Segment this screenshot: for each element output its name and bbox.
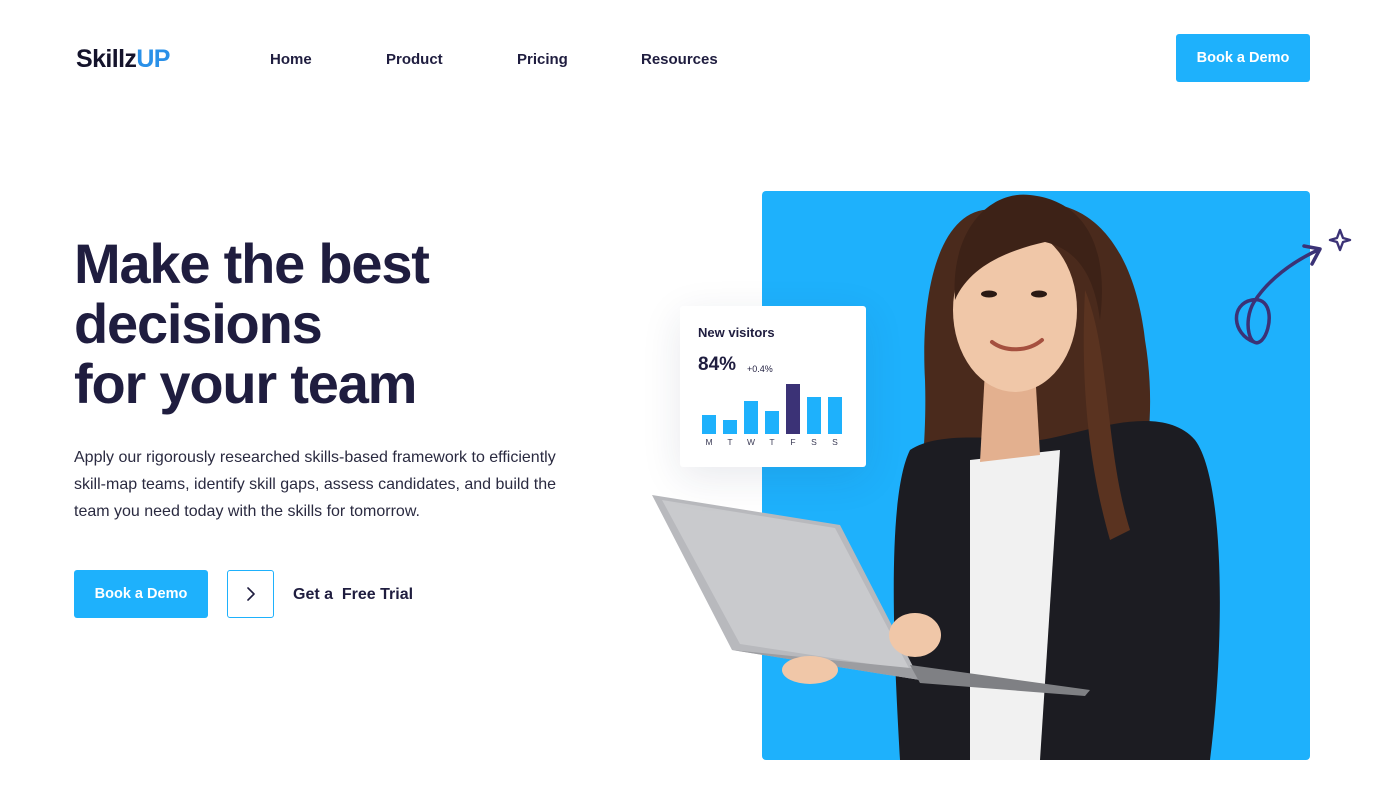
sparkle-icon — [1328, 228, 1352, 252]
bar-day-label: T — [769, 437, 775, 447]
chevron-right-icon — [246, 587, 255, 601]
logo-main: Skillz — [76, 45, 137, 73]
nav-pricing[interactable]: Pricing — [517, 50, 568, 70]
visitors-bar — [765, 411, 779, 434]
visitors-bar — [744, 401, 758, 434]
logo[interactable]: SkillzUP — [76, 44, 170, 74]
swirl-arrow-icon — [1234, 228, 1352, 345]
bar-day-label: M — [705, 437, 713, 447]
free-trial-link[interactable]: Get a Free Trial — [293, 584, 413, 606]
hero-subtitle-line: skill-map teams, identify skill gaps, as… — [74, 476, 557, 493]
hero-title-line: for your team — [74, 352, 417, 415]
bar-day-label: F — [790, 437, 796, 447]
bar-day-labels: MTWTFSS — [702, 437, 852, 449]
bar-day-label: S — [811, 437, 817, 447]
nav-product[interactable]: Product — [386, 50, 443, 70]
stats-title: New visitors — [698, 325, 775, 340]
free-trial-arrow-button[interactable] — [227, 570, 274, 618]
hero-subtitle: Apply our rigorously researched skills-b… — [74, 444, 594, 525]
stats-value: 84% — [698, 354, 737, 375]
hero-title: Make the best decisions for your team — [74, 234, 634, 414]
visitors-bar — [702, 415, 716, 434]
logo-accent: UP — [136, 45, 170, 73]
header-book-demo-button[interactable]: Book a Demo — [1176, 34, 1310, 82]
visitors-bar — [828, 397, 842, 434]
nav-resources[interactable]: Resources — [641, 50, 718, 70]
new-visitors-card: New visitors 84% +0.4% M T W T F S S — [680, 306, 866, 467]
hero-title-line: Make the best — [74, 232, 430, 295]
visitors-bar — [807, 397, 821, 434]
hero-subtitle-line: team you need today with the skills for … — [74, 503, 420, 520]
hero-title-line: decisions — [74, 292, 323, 355]
visitors-bar — [723, 420, 737, 434]
hero-book-demo-button[interactable]: Book a Demo — [74, 570, 208, 618]
visitors-bar — [786, 384, 800, 434]
bar-day-label: W — [746, 437, 756, 447]
nav-home[interactable]: Home — [270, 50, 312, 70]
visitors-bar-chart — [702, 384, 842, 434]
hero-subtitle-line: Apply our rigorously researched skills-b… — [74, 449, 556, 466]
stats-delta: +0.4% — [747, 364, 773, 374]
bar-day-label: S — [832, 437, 838, 447]
landing-page: SkillzUP Home Product Pricing Resources … — [0, 0, 1385, 801]
bar-day-label: T — [727, 437, 733, 447]
